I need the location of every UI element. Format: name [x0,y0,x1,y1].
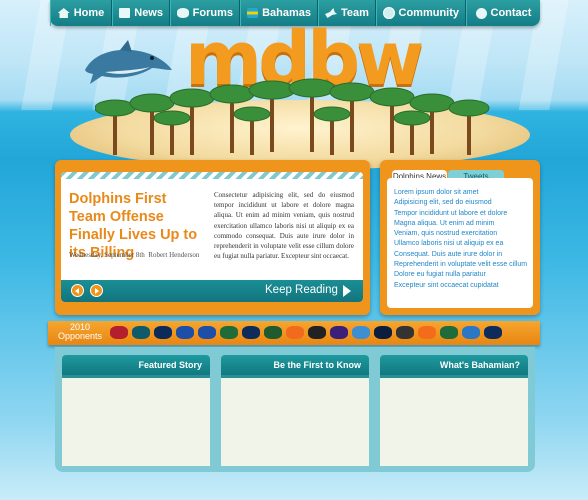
raiders-icon[interactable] [396,326,414,339]
whats-bahamian-box: What's Bahamian? [380,355,528,466]
news-link[interactable]: Excepteur sint occaecat cupidatat [394,281,527,291]
news-list: Lorem ipsum dolor sit amet Adipisicing e… [394,188,527,291]
news-link[interactable]: Dolore eu fugiat nulla pariatur [394,270,527,280]
previous-arrow-icon[interactable] [71,284,84,297]
article-date: Wednesday, September 8th [69,251,145,259]
bengals-icon[interactable] [286,326,304,339]
featured-story-content [62,375,210,466]
bills-icon[interactable] [198,326,216,339]
be-first-to-know-content [221,375,369,466]
patriots-icon[interactable] [484,326,502,339]
keep-reading-link[interactable]: Keep Reading [265,284,338,296]
be-first-to-know-heading[interactable]: Be the First to Know [221,355,369,375]
nav-home[interactable]: Home [50,0,112,26]
nav-label: News [134,7,163,19]
news-link[interactable]: Magna aliqua. Ut enim ad minim [394,219,527,229]
opponents-label: 2010 Opponents [58,323,102,341]
article-byline: Wednesday, September 8th Robert Henderso… [69,251,199,259]
nav-label: Contact [490,7,532,19]
nav-news[interactable]: News [112,0,170,26]
news-link[interactable]: Lorem ipsum dolor sit amet [394,188,527,198]
featured-article-panel: Dolphins First Team Offense Finally Live… [55,160,370,315]
news-link[interactable]: Veniam, quis nostrud exercitation [394,229,527,239]
opponents-bar: 2010 Opponents [48,321,540,345]
steelers-icon[interactable] [308,326,326,339]
ravens-icon[interactable] [330,326,348,339]
bills-icon[interactable] [176,326,194,339]
news-panel: Dolphins News Tweets Lorem ipsum dolor s… [380,160,540,315]
opponent-logos [110,326,502,339]
news-link[interactable]: Tempor incididunt ut labore et dolore [394,209,527,219]
whats-bahamian-heading[interactable]: What's Bahamian? [380,355,528,375]
next-arrow-icon[interactable] [90,284,103,297]
news-link[interactable]: Ullamco laboris nisi ut aliquip ex ea [394,239,527,249]
buccaneers-icon[interactable] [110,326,128,339]
article-author: Robert Henderson [148,251,200,259]
news-link[interactable]: Adipisicing elit, sed do eiusmod [394,198,527,208]
nav-label: Home [73,7,105,19]
featured-story-box: Featured Story [62,355,210,466]
jaguars-icon[interactable] [132,326,150,339]
news-icon [119,8,131,18]
patriots-icon[interactable] [242,326,260,339]
bears-icon[interactable] [374,326,392,339]
cowboys-icon[interactable] [154,326,172,339]
palm-trees [95,78,490,155]
titans-icon[interactable] [352,326,370,339]
browns-icon[interactable] [418,326,436,339]
opponents-title: Opponents [58,331,103,341]
jets-icon[interactable] [440,326,458,339]
jets-icon[interactable] [220,326,238,339]
decorative-stripe [61,172,363,179]
whats-bahamian-content [380,375,528,466]
nav-contact[interactable]: Contact [466,0,540,26]
home-icon [57,8,70,18]
featured-article-card: Dolphins First Team Offense Finally Live… [61,172,363,302]
packers-icon[interactable] [264,326,282,339]
news-link[interactable]: Reprehenderit in voluptate velit esse ci… [394,260,527,270]
contact-icon [475,7,487,19]
featured-story-heading[interactable]: Featured Story [62,355,210,375]
keep-reading-arrow-icon[interactable] [343,285,351,297]
article-body: Consectetur adipisicing elit, sed do eiu… [214,191,354,261]
news-link[interactable]: Consequat. Duis aute irure dolor in [394,250,527,260]
lions-icon[interactable] [462,326,480,339]
be-first-to-know-box: Be the First to Know [221,355,369,466]
